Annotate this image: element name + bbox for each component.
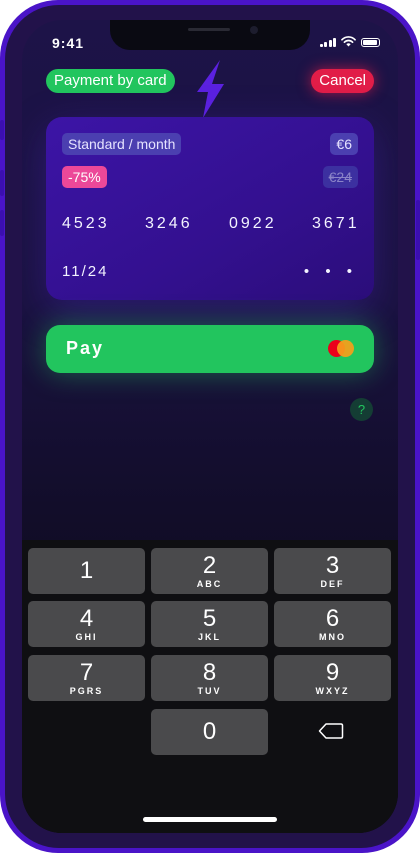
key-letters: DEF	[320, 579, 345, 589]
key-9[interactable]: 9 WXYZ	[274, 655, 391, 701]
key-5[interactable]: 5 JKL	[151, 601, 268, 647]
key-7[interactable]: 7 PGRS	[28, 655, 145, 701]
key-digit: 8	[202, 659, 217, 686]
key-digit: 2	[202, 552, 217, 579]
card-number-group-4[interactable]: 3671	[312, 215, 360, 233]
key-letters: GHI	[75, 632, 98, 642]
pay-button[interactable]: Pay	[46, 325, 374, 373]
key-3[interactable]: 3 DEF	[274, 548, 391, 594]
cancel-button[interactable]: Cancel	[311, 69, 374, 93]
key-4[interactable]: 4 GHI	[28, 601, 145, 647]
key-letters: JKL	[197, 632, 221, 642]
key-1[interactable]: 1	[28, 548, 145, 594]
side-button-volume-down	[0, 210, 4, 236]
wifi-icon	[341, 36, 356, 47]
key-digit: 4	[79, 605, 94, 632]
speaker-grille	[188, 28, 230, 31]
battery-icon	[361, 38, 380, 47]
status-icons	[319, 36, 380, 47]
key-digit: 9	[325, 659, 340, 686]
key-letters: MNO	[319, 632, 346, 642]
card-number-group-1[interactable]: 4523	[62, 215, 110, 233]
key-2[interactable]: 2 ABC	[151, 548, 268, 594]
backspace-icon[interactable]	[318, 721, 344, 741]
signal-icon	[319, 37, 336, 47]
key-digit: 1	[79, 557, 94, 584]
front-camera	[250, 26, 258, 34]
mastercard-icon	[328, 340, 354, 358]
key-digit: 5	[202, 605, 217, 632]
key-digit: 0	[202, 718, 217, 745]
key-digit: 3	[325, 552, 340, 579]
card-number-group-3[interactable]: 0922	[229, 215, 277, 233]
price-badge: €6	[330, 133, 358, 155]
lightning-icon	[197, 60, 224, 118]
key-0[interactable]: 0	[151, 709, 268, 755]
payment-title-badge: Payment by card	[46, 69, 175, 93]
side-button-power	[416, 200, 420, 260]
key-8[interactable]: 8 TUV	[151, 655, 268, 701]
card-number-group-2[interactable]: 3246	[145, 215, 193, 233]
key-letters: TUV	[197, 686, 222, 696]
phone-screen: 9:41 Payment by card Cancel Standard / m…	[22, 20, 398, 833]
payment-card: Standard / month €6 -75% €24 4523 3246 0…	[46, 117, 374, 300]
numeric-keypad: 1 2 ABC 3 DEF 4 GHI 5 JKL 6 MNO 7 PGRS 8…	[22, 540, 398, 833]
pay-button-label: Pay	[66, 338, 105, 358]
status-time: 9:41	[52, 35, 85, 51]
key-digit: 6	[325, 605, 340, 632]
notch	[110, 20, 310, 50]
home-indicator[interactable]	[143, 817, 277, 822]
key-digit: 7	[79, 659, 94, 686]
key-letters: PGRS	[69, 686, 104, 696]
discount-badge: -75%	[62, 166, 107, 188]
side-button-volume-up	[0, 170, 4, 196]
side-button-mute	[0, 120, 4, 140]
help-button[interactable]: ?	[350, 398, 373, 421]
card-cvc-field[interactable]: • • •	[304, 263, 358, 280]
old-price-badge: €24	[322, 166, 358, 188]
plan-label: Standard / month	[62, 133, 182, 155]
key-letters: ABC	[196, 579, 223, 589]
key-letters: WXYZ	[315, 686, 350, 696]
key-6[interactable]: 6 MNO	[274, 601, 391, 647]
card-expiry-field[interactable]: 11/24	[62, 263, 108, 280]
